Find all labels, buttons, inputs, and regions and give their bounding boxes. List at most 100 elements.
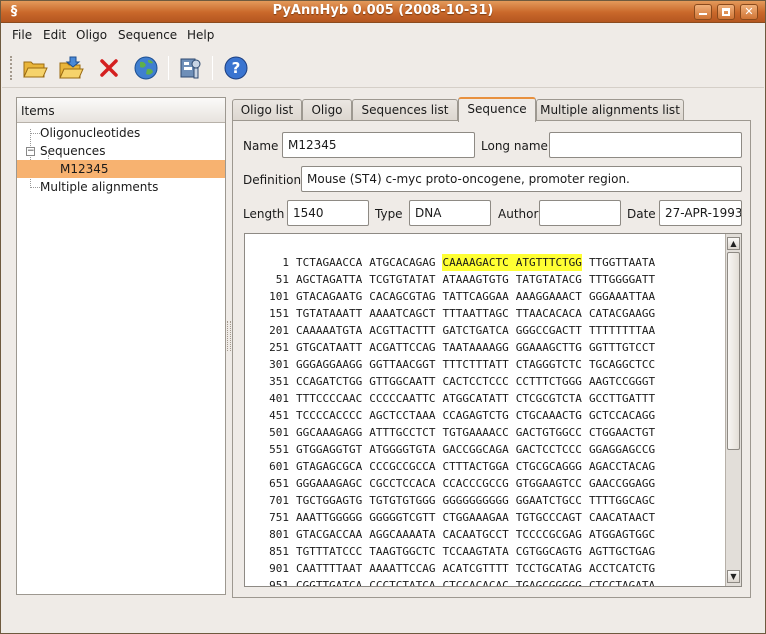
length-label: Length — [243, 207, 285, 221]
scroll-thumb[interactable] — [727, 252, 740, 450]
sequence-block: AAATTGGGGG — [296, 511, 363, 524]
scroll-up-icon[interactable]: ▲ — [727, 237, 740, 250]
sequence-block: TTTCCCCAAC — [296, 392, 363, 405]
sequence-block: GATCTGATCA — [442, 324, 509, 337]
items-tree[interactable]: Items Oligonucleotides − Sequences M1234… — [16, 97, 226, 595]
sequence-block: CACAGCGTAG — [369, 290, 436, 303]
sequence-row: 701 TGCTGGAGTG TGTGTGTGGG GGGGGGGGGG GGAATCT… — [245, 492, 725, 509]
sequence-block: ATGGGGTGTA — [369, 443, 436, 456]
menu-help[interactable]: Help — [187, 28, 214, 42]
sequence-block: TGTGTGTGGG — [369, 494, 436, 507]
sequence-block: CAAAAGACTC — [442, 254, 509, 271]
sequence-position: 801 — [269, 528, 289, 541]
definition-field[interactable]: Mouse (ST4) c-myc proto-oncogene, promot… — [301, 166, 742, 192]
sequence-block: CCAGATCTGG — [296, 375, 363, 388]
sequence-block: GGTTAACGGT — [369, 358, 436, 371]
help-button[interactable]: ? — [221, 54, 251, 82]
sequence-block: ACGTTACTTT — [369, 324, 436, 337]
tree-item-multiple-alignments[interactable]: Multiple alignments — [17, 178, 225, 196]
long-name-field[interactable] — [549, 132, 742, 158]
sequence-position: 651 — [269, 477, 289, 490]
sequence-row: 101 GTACAGAATG CACAGCGTAG TATTCAGGAA AAAGGAA… — [245, 288, 725, 305]
sequence-block: TAATAAAAGG — [442, 341, 509, 354]
close-button[interactable]: ✕ — [740, 4, 758, 20]
web-button[interactable] — [131, 54, 161, 82]
sequence-row: 301 GGGAGGAAGG GGTTAACGGT TTTCTTTATT CTAGGGT… — [245, 356, 725, 373]
settings-button[interactable] — [175, 54, 205, 82]
type-field[interactable]: DNA — [409, 200, 491, 226]
tab-oligo[interactable]: Oligo — [302, 99, 352, 121]
maximize-icon — [722, 8, 730, 16]
sequence-block: GTGGAGGTGT — [296, 443, 363, 456]
collapse-icon[interactable]: − — [26, 147, 35, 156]
tab-oligo-list[interactable]: Oligo list — [232, 99, 302, 121]
tab-sequences-list[interactable]: Sequences list — [352, 99, 458, 121]
sequence-view[interactable]: 1 TCTAGAACCA ATGCACAGAG CAAAAGACTC ATGTTTCTG… — [244, 233, 742, 587]
name-field[interactable]: M12345 — [282, 132, 475, 158]
date-field[interactable]: 27-APR-1993 — [659, 200, 742, 226]
scroll-down-icon[interactable]: ▼ — [727, 570, 740, 583]
sequence-block: CTCGCGTCTA — [515, 392, 582, 405]
toolbar-grip[interactable] — [10, 56, 14, 80]
sequence-block: CTCCTAGATA — [588, 579, 656, 587]
sequence-block: CTGCAAACTG — [515, 409, 582, 422]
sequence-row: 501 GGCAAAGAGG ATTTGCCTCT TGTGAAAACC GACTGTG… — [245, 424, 725, 441]
sequence-block: AAAATCAGCT — [369, 307, 436, 320]
open-file-icon — [59, 56, 84, 79]
sequence-block: ATGCACAGAG — [369, 256, 436, 269]
maximize-button[interactable] — [717, 4, 735, 20]
menu-file[interactable]: File — [12, 28, 32, 42]
sequence-block: AGCTCCTAAA — [369, 409, 436, 422]
web-globe-icon — [134, 56, 158, 80]
help-icon: ? — [224, 56, 248, 80]
tree-item-label: Sequences — [40, 144, 106, 158]
sequence-row: 751 AAATTGGGGG GGGGGTCGTT CTGGAAAGAA TGTGCCC… — [245, 509, 725, 526]
author-field[interactable] — [539, 200, 621, 226]
sequence-position: 301 — [269, 358, 289, 371]
minimize-button[interactable] — [694, 4, 712, 20]
length-field[interactable]: 1540 — [287, 200, 369, 226]
sequence-row: 801 GTACGACCAA AGGCAAAATA CACAATGCCT TCCCCGC… — [245, 526, 725, 543]
vertical-scrollbar[interactable]: ▲ ▼ — [725, 234, 741, 586]
title-bar[interactable]: § PyAnnHyb 0.005 (2008-10-31) ✕ — [1, 1, 765, 23]
tree-item-sequences[interactable]: − Sequences — [17, 142, 225, 160]
close-icon: ✕ — [744, 5, 754, 18]
sequence-block: CAATTTTAAT — [296, 562, 363, 575]
tree-header[interactable]: Items — [17, 98, 225, 123]
tab-multiple-alignments-list[interactable]: Multiple alignments list — [536, 99, 684, 121]
sequence-row: 251 GTGCATAATT ACGATTCCAG TAATAAAAGG GGAAAGC… — [245, 339, 725, 356]
sequence-block: CATACGAAGG — [588, 307, 656, 320]
menu-oligo[interactable]: Oligo — [76, 28, 107, 42]
tree-item-m12345[interactable]: M12345 — [17, 160, 225, 178]
sequence-panel: Name M12345 Long name Definition Mouse (… — [232, 120, 751, 598]
sequence-block: TTAACACACA — [515, 307, 582, 320]
sequence-row: 651 GGGAAAGAGC CGCCTCCACA CCACCCGCCG GTGGAAG… — [245, 475, 725, 492]
sequence-block: ACGATTCCAG — [369, 341, 436, 354]
menu-edit[interactable]: Edit — [43, 28, 66, 42]
pane-splitter[interactable] — [227, 321, 231, 351]
sequence-block: ATGTTTCTGG — [508, 254, 582, 271]
sequence-block: TGCTGGAGTG — [296, 494, 363, 507]
tree-item-oligonucleotides[interactable]: Oligonucleotides — [17, 124, 225, 142]
sequence-row: 851 TGTTTATCCC TAAGTGGCTC TCCAAGTATA CGTGGCA… — [245, 543, 725, 560]
sequence-block: GTAGAGCGCA — [296, 460, 363, 473]
delete-button[interactable] — [94, 54, 124, 82]
sequence-row: 451 TCCCCACCCC AGCTCCTAAA CCAGAGTCTG CTGCAAA… — [245, 407, 725, 424]
settings-icon — [180, 58, 201, 79]
open-folder-button[interactable] — [20, 54, 50, 82]
sequence-block: GACCGGCAGA — [442, 443, 509, 456]
sequence-block: GCCTTGATTT — [588, 392, 656, 405]
sequence-position: 901 — [269, 562, 289, 575]
sequence-row: 951 CGGTTGATCA CCCTCTATCA CTCCACACAC TGAGCGG… — [245, 577, 725, 587]
sequence-block: TCCAAGTATA — [442, 545, 509, 558]
menu-sequence[interactable]: Sequence — [118, 28, 177, 42]
sequence-block: ATTTGCCTCT — [369, 426, 436, 439]
tab-sequence[interactable]: Sequence — [458, 97, 536, 122]
open-file-button[interactable] — [56, 54, 86, 82]
sequence-block: CGGTTGATCA — [296, 579, 363, 587]
sequence-block: CTGGAAAGAA — [442, 511, 509, 524]
sequence-block: TGTATAAATT — [296, 307, 363, 320]
type-label: Type — [375, 207, 403, 221]
toolbar: ? — [2, 48, 764, 88]
app-window: § PyAnnHyb 0.005 (2008-10-31) ✕ File Edi… — [0, 0, 766, 634]
